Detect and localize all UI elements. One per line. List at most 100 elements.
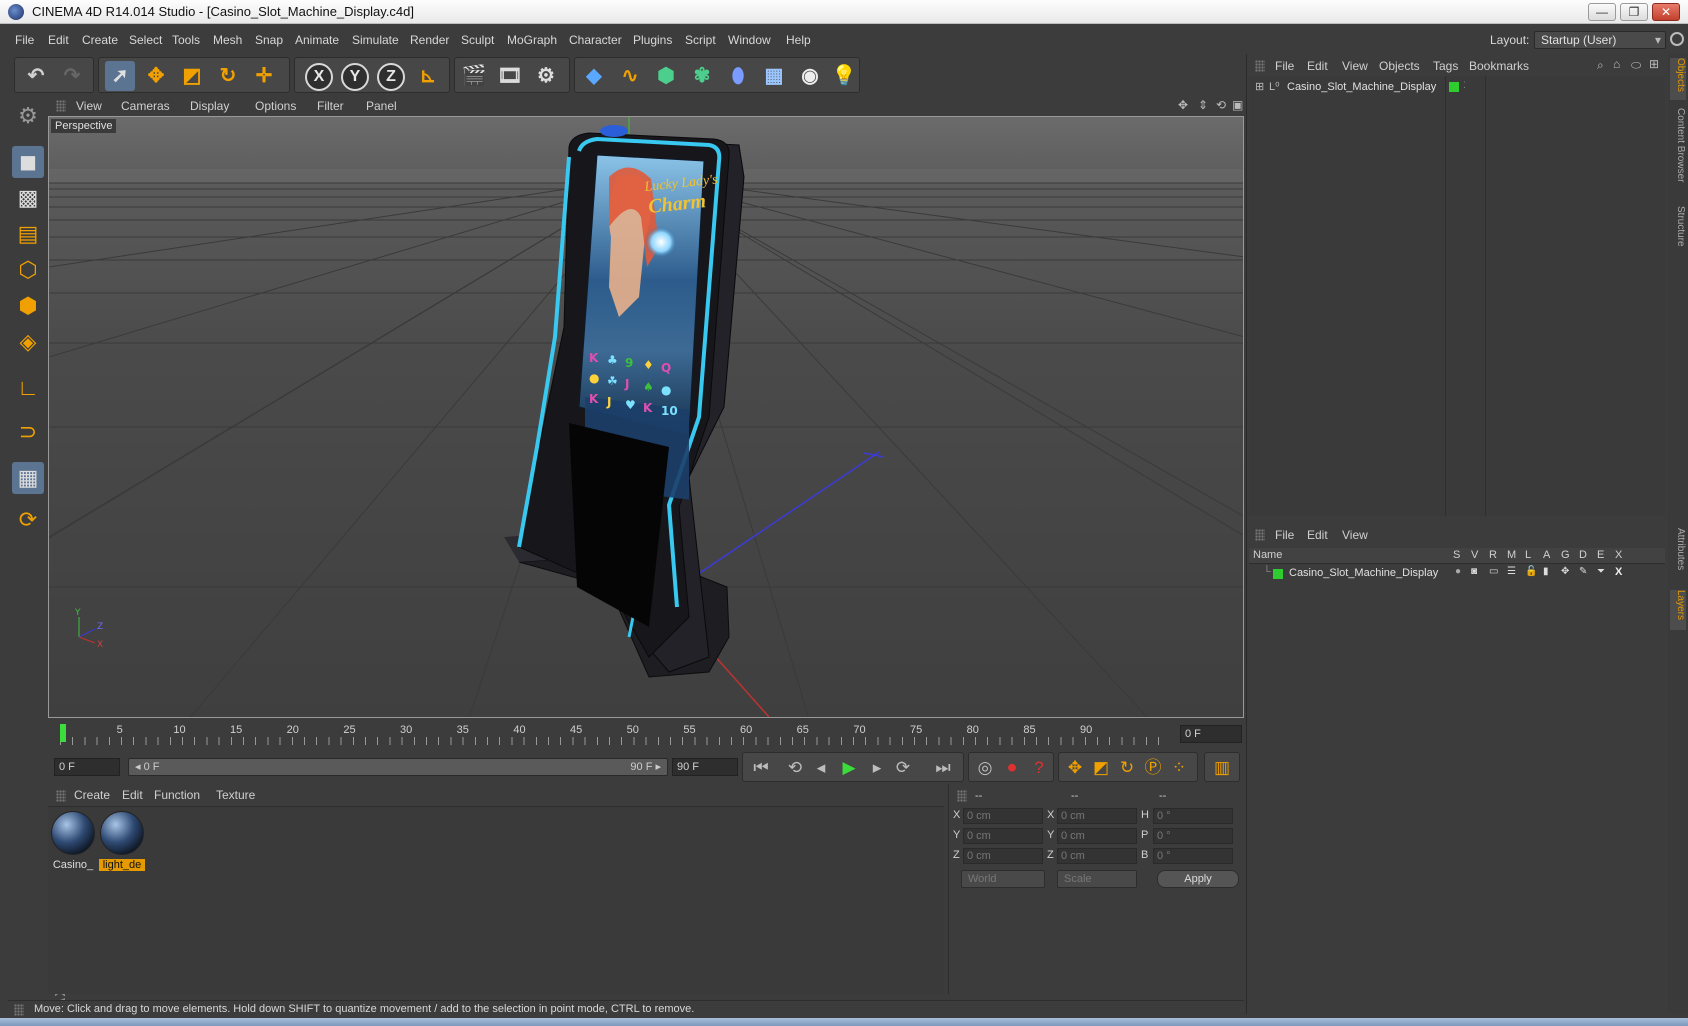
object-menu-edit[interactable]: Edit	[1307, 59, 1328, 73]
axis-mode-icon[interactable]: ∟	[12, 372, 44, 404]
menu-script[interactable]: Script	[685, 33, 716, 47]
tab-structure[interactable]: Structure	[1670, 206, 1686, 260]
key-point-level-icon[interactable]: ⁘	[1165, 754, 1193, 782]
snap-grid-icon[interactable]: ▦	[12, 462, 44, 494]
locked-workplane-icon[interactable]: ⟳	[12, 504, 44, 536]
key-rotation-icon[interactable]: ↻	[1113, 754, 1141, 782]
object-name[interactable]: Casino_Slot_Machine_Display	[1287, 81, 1436, 93]
viewport-maximize-icon[interactable]: ▣	[1232, 98, 1243, 112]
play-icon[interactable]: ▶	[835, 754, 863, 782]
object-search-icon[interactable]: ⌕	[1597, 58, 1604, 73]
viewport-menu-view[interactable]: View	[76, 99, 102, 113]
viewport-rotate-icon[interactable]: ⟲	[1216, 98, 1226, 112]
layer-menu-view[interactable]: View	[1342, 528, 1368, 542]
workplane-icon[interactable]: ▤	[12, 218, 44, 250]
tab-layers[interactable]: Layers	[1670, 590, 1686, 630]
spline-icon[interactable]: ∿	[615, 61, 645, 91]
material-menu-create[interactable]: Create	[74, 788, 110, 802]
panel-grip-icon[interactable]	[14, 1004, 24, 1016]
nurbs-icon[interactable]: ⬢	[651, 61, 681, 91]
magnet-icon[interactable]: ⊃	[12, 416, 44, 448]
layer-expressions-icon[interactable]: ⏷	[1597, 566, 1605, 577]
material-casino-label[interactable]: Casino_	[50, 859, 96, 871]
material-menu-edit[interactable]: Edit	[122, 788, 143, 802]
live-selection-icon[interactable]: ✛	[249, 61, 279, 91]
menu-window[interactable]: Window	[728, 33, 771, 47]
menu-render[interactable]: Render	[410, 33, 449, 47]
object-menu-view[interactable]: View	[1342, 59, 1368, 73]
panel-grip-icon[interactable]	[1255, 60, 1265, 72]
start-frame-field[interactable]: 0 F	[54, 758, 120, 776]
texture-mode-icon[interactable]: ▩	[12, 182, 44, 214]
render-view-icon[interactable]: 🎬	[459, 61, 489, 91]
rotate-icon[interactable]: ↻	[213, 61, 243, 91]
position-x-field[interactable]: 0 cm	[963, 808, 1043, 824]
material-menu-function[interactable]: Function	[154, 788, 200, 802]
material-light-label[interactable]: light_de	[99, 859, 145, 871]
apply-button[interactable]: Apply	[1157, 870, 1239, 888]
motion-record-icon[interactable]: ◎	[971, 754, 999, 782]
layer-col-m[interactable]: M	[1507, 549, 1516, 561]
layer-animation-icon[interactable]: ▮	[1543, 566, 1549, 577]
viewport-menu-options[interactable]: Options	[255, 99, 296, 113]
size-y-field[interactable]: 0 cm	[1057, 828, 1137, 844]
go-to-start-icon[interactable]: ⏮	[747, 754, 775, 782]
size-mode-dropdown[interactable]: Scale	[1057, 870, 1137, 888]
viewport-move-icon[interactable]: ✥	[1178, 98, 1188, 112]
panel-grip-icon[interactable]	[56, 100, 66, 112]
layer-name[interactable]: Casino_Slot_Machine_Display	[1289, 567, 1438, 579]
timeline-window-icon[interactable]: ▥	[1208, 754, 1236, 782]
panel-grip-icon[interactable]	[1255, 529, 1265, 541]
object-menu-bookmarks[interactable]: Bookmarks	[1469, 59, 1529, 73]
layer-col-a[interactable]: A	[1543, 549, 1550, 561]
viewport-menu-display[interactable]: Display	[190, 99, 229, 113]
select-arrow-icon[interactable]: ➚	[105, 61, 135, 91]
deformer-icon[interactable]: ⬮	[723, 61, 753, 91]
model-mode-icon[interactable]: ◼	[12, 146, 44, 178]
menu-plugins[interactable]: Plugins	[633, 33, 672, 47]
layout-select[interactable]: Startup (User)	[1534, 31, 1666, 49]
redo-icon[interactable]: ↷	[57, 61, 87, 91]
menu-mograph[interactable]: MoGraph	[507, 33, 557, 47]
material-casino-swatch[interactable]	[51, 811, 95, 855]
scale-icon[interactable]: ◩	[177, 61, 207, 91]
menu-snap[interactable]: Snap	[255, 33, 283, 47]
tab-objects[interactable]: Objects	[1670, 58, 1686, 100]
close-button[interactable]: ✕	[1652, 3, 1680, 21]
object-home-icon[interactable]: ⌂	[1613, 57, 1620, 71]
light-icon[interactable]: 💡	[829, 61, 859, 91]
menu-character[interactable]: Character	[569, 33, 622, 47]
preview-range-slider[interactable]: ◂ 0 F 90 F ▸	[128, 758, 668, 776]
menu-create[interactable]: Create	[82, 33, 118, 47]
object-menu-tags[interactable]: Tags	[1433, 59, 1458, 73]
next-frame-icon[interactable]: ▸	[863, 754, 891, 782]
position-y-field[interactable]: 0 cm	[963, 828, 1043, 844]
coordinate-mode-dropdown[interactable]: World	[961, 870, 1045, 888]
material-light-swatch[interactable]	[100, 811, 144, 855]
layer-manager-icon[interactable]: ☰	[1507, 566, 1516, 577]
viewport-menu-panel[interactable]: Panel	[366, 99, 397, 113]
layer-col-s[interactable]: S	[1453, 549, 1460, 561]
z-axis-lock-icon[interactable]: Z	[377, 63, 405, 91]
viewport-zoom-icon[interactable]: ⇕	[1198, 98, 1208, 112]
layer-color-swatch[interactable]	[1273, 569, 1283, 579]
layer-col-r[interactable]: R	[1489, 549, 1497, 561]
layer-row[interactable]: └ Casino_Slot_Machine_Display ● ◙ ▭ ☰ 🔓 …	[1249, 566, 1665, 582]
position-z-field[interactable]: 0 cm	[963, 848, 1043, 864]
array-icon[interactable]: ✾	[687, 61, 717, 91]
object-row[interactable]: ⊞ L⁰ Casino_Slot_Machine_Display ⁚	[1253, 80, 1663, 96]
make-editable-icon[interactable]: ⚙	[12, 100, 44, 132]
layer-col-e[interactable]: E	[1597, 549, 1604, 561]
object-menu-file[interactable]: File	[1275, 59, 1294, 73]
layer-col-g[interactable]: G	[1561, 549, 1570, 561]
end-frame-field[interactable]: 90 F	[672, 758, 738, 776]
size-x-field[interactable]: 0 cm	[1057, 808, 1137, 824]
panel-grip-icon[interactable]	[56, 790, 66, 802]
playhead-marker[interactable]	[60, 724, 66, 742]
menu-help[interactable]: Help	[786, 33, 811, 47]
maximize-button[interactable]: ❐	[1620, 3, 1648, 21]
menu-mesh[interactable]: Mesh	[213, 33, 242, 47]
menu-simulate[interactable]: Simulate	[352, 33, 399, 47]
layer-color-tag[interactable]	[1449, 82, 1459, 92]
undo-icon[interactable]: ↶	[21, 61, 51, 91]
